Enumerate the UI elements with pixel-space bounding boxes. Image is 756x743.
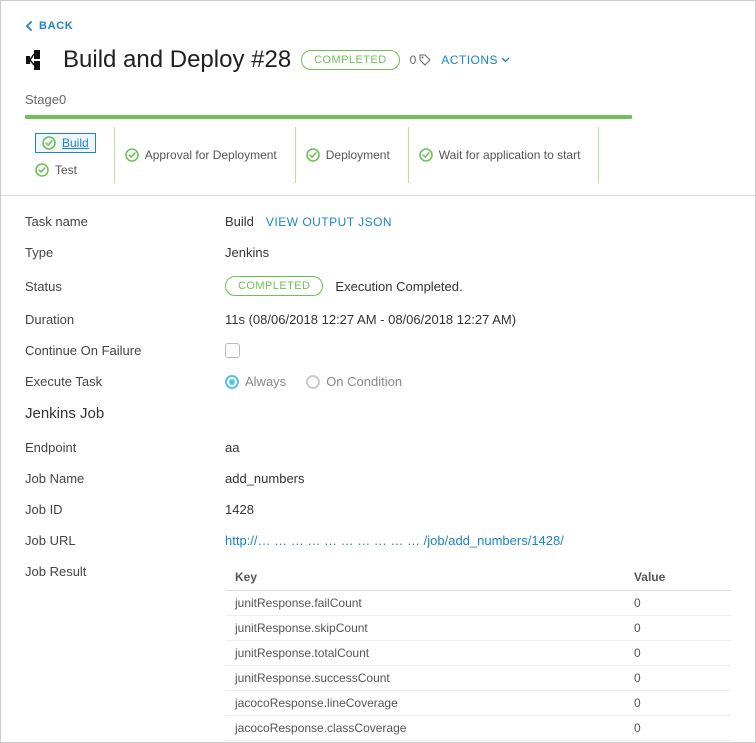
pipeline-icon: [25, 47, 53, 73]
label-job-url: Job URL: [25, 533, 225, 548]
execute-on-condition-label: On Condition: [326, 374, 402, 389]
result-key: jacocoResponse.lineCoverage: [225, 691, 624, 716]
actions-label: ACTIONS: [441, 53, 498, 67]
result-key: junitResponse.skipCount: [225, 616, 624, 641]
table-row: junitResponse.successCount0: [225, 666, 731, 691]
table-row: junitResponse.totalCount0: [225, 641, 731, 666]
stage-task[interactable]: Test: [35, 163, 96, 177]
check-circle-icon: [306, 148, 320, 162]
tag-icon: [419, 54, 431, 66]
result-header-key: Key: [225, 564, 624, 591]
stage-task-column: Build Test: [25, 127, 115, 183]
stage-task[interactable]: Wait for application to start: [419, 148, 581, 162]
stage-tasks-row: Build Test Approval for Deployment Deployme…: [25, 127, 731, 183]
stage-task[interactable]: Deployment: [306, 148, 390, 162]
value-job-name: add_numbers: [225, 471, 305, 486]
result-key: junitResponse.totalCount: [225, 641, 624, 666]
continue-on-failure-checkbox[interactable]: [225, 343, 240, 358]
status-badge: COMPLETED: [301, 50, 399, 70]
table-row: junitResponse.skipCount0: [225, 616, 731, 641]
result-value: 0: [624, 641, 731, 666]
value-job-id: 1428: [225, 502, 254, 517]
back-link[interactable]: BACK: [25, 20, 73, 32]
title-row: Build and Deploy #28 COMPLETED 0 ACTIONS: [25, 46, 731, 74]
view-output-json-link[interactable]: VIEW OUTPUT JSON: [266, 215, 392, 229]
value-job-url[interactable]: http://… … … … … … … … … … /job/add_numb…: [225, 533, 564, 548]
stage-task-label: Approval for Deployment: [145, 148, 277, 162]
tag-count-number: 0: [410, 53, 417, 67]
result-value: 0: [624, 616, 731, 641]
radio-on-icon: [225, 375, 239, 389]
table-row: junitResponse.failCount0: [225, 591, 731, 616]
value-status-text: Execution Completed.: [335, 279, 462, 294]
label-type: Type: [25, 245, 225, 260]
label-status: Status: [25, 279, 225, 294]
value-status-badge: COMPLETED: [225, 276, 323, 296]
job-result-table: Key Value junitResponse.failCount0junitR…: [225, 564, 731, 741]
label-task-name: Task name: [25, 214, 225, 229]
radio-off-icon: [306, 375, 320, 389]
stage-progress-bar: [25, 115, 632, 119]
execute-always-label: Always: [245, 374, 286, 389]
stage-task-column: Deployment: [296, 127, 409, 183]
label-job-name: Job Name: [25, 471, 225, 486]
result-value: 0: [624, 691, 731, 716]
check-circle-icon: [35, 163, 49, 177]
actions-menu[interactable]: ACTIONS: [441, 53, 510, 67]
result-value: 0: [624, 716, 731, 741]
stage-task-label: Wait for application to start: [439, 148, 581, 162]
stage-task-column: Wait for application to start: [409, 127, 600, 183]
check-circle-icon: [419, 148, 433, 162]
value-task-name: Build: [225, 214, 254, 229]
stage-task-label[interactable]: Build: [62, 136, 89, 150]
label-job-id: Job ID: [25, 502, 225, 517]
back-label: BACK: [39, 20, 73, 32]
jenkins-heading: Jenkins Job: [25, 405, 731, 422]
value-type: Jenkins: [225, 245, 269, 260]
result-key: junitResponse.failCount: [225, 591, 624, 616]
result-key: jacocoResponse.classCoverage: [225, 716, 624, 741]
label-execute-task: Execute Task: [25, 374, 225, 389]
execute-always-radio[interactable]: Always: [225, 374, 286, 389]
result-key: junitResponse.successCount: [225, 666, 624, 691]
chevron-left-icon: [25, 21, 33, 31]
execute-on-condition-radio[interactable]: On Condition: [306, 374, 402, 389]
value-duration: 11s (08/06/2018 12:27 AM - 08/06/2018 12…: [225, 312, 516, 327]
label-endpoint: Endpoint: [25, 440, 225, 455]
table-row: jacocoResponse.classCoverage0: [225, 716, 731, 741]
chevron-down-icon: [501, 57, 510, 63]
stage-task-label: Test: [55, 163, 77, 177]
check-circle-icon: [42, 136, 56, 150]
label-continue-on-failure: Continue On Failure: [25, 343, 225, 358]
stage-task-column: Approval for Deployment: [115, 127, 296, 183]
check-circle-icon: [125, 148, 139, 162]
stage-task-label: Deployment: [326, 148, 390, 162]
result-header-value: Value: [624, 564, 731, 591]
page-title: Build and Deploy #28: [63, 46, 291, 74]
stage-task[interactable]: Approval for Deployment: [125, 148, 277, 162]
stage-name: Stage0: [25, 92, 731, 107]
section-divider: [1, 195, 755, 196]
stage-task[interactable]: Build: [35, 133, 96, 153]
result-value: 0: [624, 666, 731, 691]
value-endpoint: aa: [225, 440, 239, 455]
table-row: jacocoResponse.lineCoverage0: [225, 691, 731, 716]
label-duration: Duration: [25, 312, 225, 327]
tag-count: 0: [410, 53, 432, 67]
label-job-result: Job Result: [25, 564, 225, 579]
result-value: 0: [624, 591, 731, 616]
